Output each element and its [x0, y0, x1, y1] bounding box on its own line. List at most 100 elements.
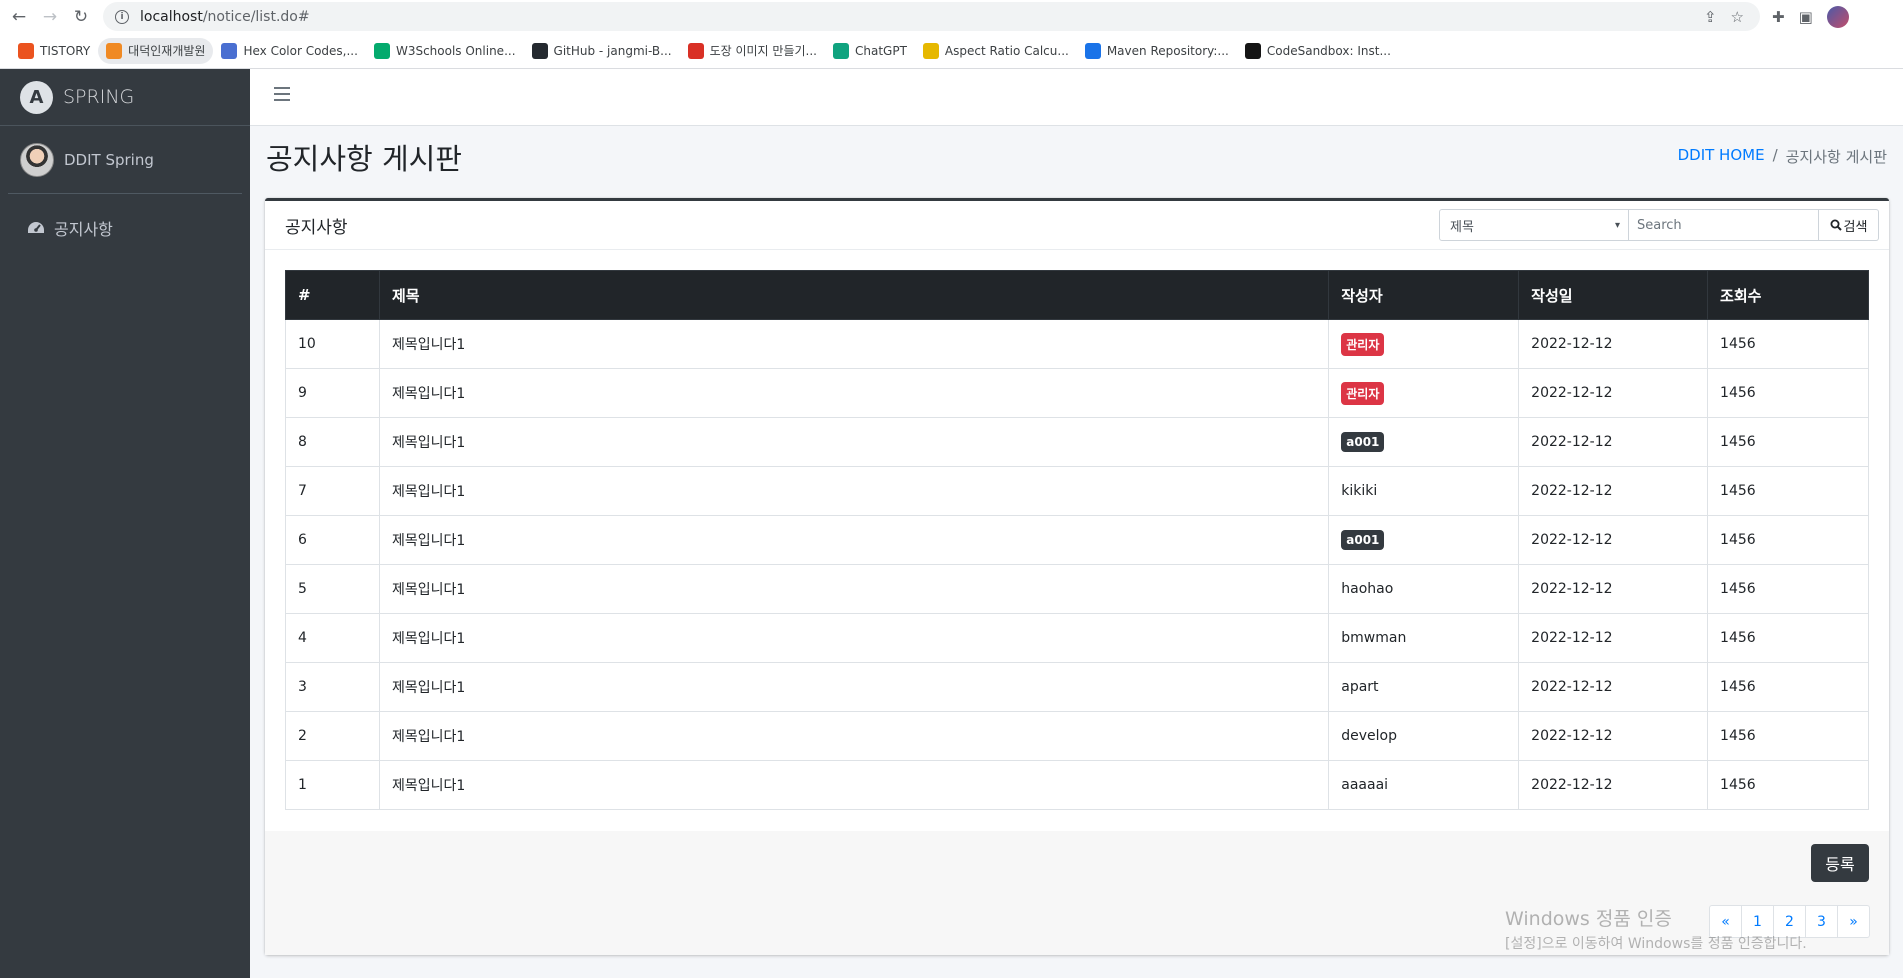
notice-table-wrap: # 제목 작성자 작성일 조회수 10 제목입니다1 관리자 2022-12-12 14…: [285, 270, 1869, 810]
row-hits: 1456: [1707, 564, 1869, 614]
row-number: 2: [285, 711, 380, 761]
row-title-link[interactable]: 제목입니다1: [378, 515, 1330, 565]
brand-logo-icon: A: [20, 80, 53, 114]
row-title-link[interactable]: 제목입니다1: [378, 564, 1330, 614]
bookmark-item[interactable]: Hex Color Codes,...: [213, 38, 366, 64]
bookmark-label: 대덕인재개발원: [128, 44, 206, 58]
table-row[interactable]: 10 제목입니다1 관리자 2022-12-12 1456: [285, 319, 1869, 369]
search-button[interactable]: 검색: [1819, 209, 1879, 241]
bookmark-favicon-icon: [1084, 42, 1101, 59]
row-writer-cell: aaaaai: [1328, 760, 1520, 810]
bookmark-favicon-icon: [18, 42, 34, 59]
page-link[interactable]: 3: [1805, 905, 1838, 938]
column-header: 조회수: [1707, 270, 1869, 320]
writer-name: aaaaai: [1341, 777, 1389, 793]
bookmark-favicon-icon: [687, 42, 704, 59]
hamburger-menu-icon[interactable]: [274, 87, 290, 101]
writer-name: develop: [1341, 728, 1397, 744]
row-date: 2022-12-12: [1518, 515, 1709, 565]
user-name[interactable]: DDIT Spring: [64, 151, 154, 169]
search-type-select[interactable]: 제목 ▾: [1439, 209, 1629, 241]
row-date: 2022-12-12: [1518, 368, 1709, 418]
main-header: [250, 69, 1903, 126]
row-writer-cell: 관리자: [1328, 319, 1520, 369]
table-row[interactable]: 5 제목입니다1 haohao 2022-12-12 1456: [285, 564, 1869, 614]
bookmark-item[interactable]: W3Schools Online...: [366, 38, 524, 64]
row-number: 10: [285, 319, 380, 369]
back-arrow-icon[interactable]: ←: [7, 5, 31, 29]
bookmark-star-icon[interactable]: ☆: [1731, 8, 1744, 26]
page-link[interactable]: »: [1837, 905, 1870, 938]
writer-name: bmwman: [1341, 630, 1407, 646]
profile-avatar-icon[interactable]: [1826, 5, 1849, 28]
search-form: 제목 ▾ Search 검색: [1439, 209, 1879, 241]
row-number: 5: [285, 564, 380, 614]
bookmark-label: Hex Color Codes,...: [243, 43, 358, 58]
register-button[interactable]: 등록: [1811, 844, 1869, 882]
sidebar-item-notice[interactable]: 공지사항: [8, 208, 242, 248]
share-icon[interactable]: ⇪: [1704, 8, 1717, 26]
brand-text: SPRING: [63, 86, 135, 108]
bookmark-label: W3Schools Online...: [395, 43, 516, 58]
table-row[interactable]: 3 제목입니다1 apart 2022-12-12 1456: [285, 662, 1869, 712]
table-row[interactable]: 6 제목입니다1 a001 2022-12-12 1456: [285, 515, 1869, 565]
row-title-link[interactable]: 제목입니다1: [378, 613, 1330, 663]
bookmark-item[interactable]: Aspect Ratio Calcu...: [915, 38, 1077, 64]
page-title: 공지사항 게시판: [266, 142, 462, 176]
brand-link[interactable]: A SPRING: [0, 69, 250, 126]
site-info-icon[interactable]: i: [115, 9, 129, 24]
row-hits: 1456: [1707, 711, 1869, 761]
row-title-link[interactable]: 제목입니다1: [378, 662, 1330, 712]
breadcrumb-home-link[interactable]: DDIT HOME: [1678, 146, 1765, 167]
bookmark-item[interactable]: 도장 이미지 만들기...: [680, 38, 825, 64]
bookmark-item[interactable]: TISTORY: [10, 38, 98, 64]
row-title-link[interactable]: 제목입니다1: [378, 466, 1330, 516]
reload-icon[interactable]: ↻: [69, 5, 93, 29]
table-row[interactable]: 2 제목입니다1 develop 2022-12-12 1456: [285, 711, 1869, 761]
row-date: 2022-12-12: [1518, 319, 1709, 369]
extensions-puzzle-icon[interactable]: ✚: [1772, 8, 1785, 26]
row-date: 2022-12-12: [1518, 711, 1709, 761]
search-input[interactable]: Search: [1629, 209, 1819, 241]
row-writer-cell: apart: [1328, 662, 1520, 712]
table-row[interactable]: 8 제목입니다1 a001 2022-12-12 1456: [285, 417, 1869, 467]
address-bar[interactable]: i localhost/notice/list.do# ⇪ ☆: [103, 2, 1760, 31]
bookmark-favicon-icon: [221, 42, 238, 59]
row-number: 4: [285, 613, 380, 663]
bookmark-item[interactable]: GitHub - jangmi-B...: [524, 38, 680, 64]
bookmark-item[interactable]: 대덕인재개발원: [98, 37, 214, 64]
row-title-link[interactable]: 제목입니다1: [378, 368, 1330, 418]
bookmark-label: Aspect Ratio Calcu...: [944, 43, 1069, 58]
table-row[interactable]: 1 제목입니다1 aaaaai 2022-12-12 1456: [285, 760, 1869, 810]
row-title-link[interactable]: 제목입니다1: [378, 319, 1330, 369]
row-writer-cell: a001: [1328, 417, 1520, 467]
forward-arrow-icon[interactable]: →: [38, 5, 62, 29]
table-row[interactable]: 7 제목입니다1 kikiki 2022-12-12 1456: [285, 466, 1869, 516]
breadcrumb-separator: /: [1772, 146, 1778, 164]
bookmark-item[interactable]: CodeSandbox: Inst...: [1237, 38, 1399, 64]
row-number: 3: [285, 662, 380, 712]
writer-badge: a001: [1341, 432, 1385, 452]
browser-toolbar: ← → ↻ i localhost/notice/list.do# ⇪ ☆ ✚ …: [0, 0, 1903, 33]
row-title-link[interactable]: 제목입니다1: [378, 760, 1330, 810]
row-writer-cell: develop: [1328, 711, 1520, 761]
writer-badge: 관리자: [1341, 381, 1385, 405]
row-hits: 1456: [1707, 760, 1869, 810]
row-title-link[interactable]: 제목입니다1: [378, 417, 1330, 467]
breadcrumb-current: 공지사항 게시판: [1785, 148, 1887, 166]
url-text[interactable]: localhost/notice/list.do#: [140, 9, 310, 25]
bookmark-item[interactable]: Maven Repository:...: [1077, 38, 1237, 64]
watermark-line-1: Windows 정품 인증: [1505, 908, 1672, 930]
row-hits: 1456: [1707, 319, 1869, 369]
table-row[interactable]: 9 제목입니다1 관리자 2022-12-12 1456: [285, 368, 1869, 418]
row-title-link[interactable]: 제목입니다1: [378, 711, 1330, 761]
bookmark-label: CodeSandbox: Inst...: [1266, 43, 1391, 58]
row-hits: 1456: [1707, 466, 1869, 516]
row-number: 8: [285, 417, 380, 467]
table-row[interactable]: 4 제목입니다1 bmwman 2022-12-12 1456: [285, 613, 1869, 663]
column-header: 작성일: [1518, 270, 1709, 320]
side-panel-icon[interactable]: ▣: [1799, 8, 1813, 26]
bookmark-label: 도장 이미지 만들기...: [709, 44, 817, 58]
notice-table: # 제목 작성자 작성일 조회수 10 제목입니다1 관리자 2022-12-12 14…: [285, 270, 1869, 810]
bookmark-item[interactable]: ChatGPT: [825, 38, 915, 64]
